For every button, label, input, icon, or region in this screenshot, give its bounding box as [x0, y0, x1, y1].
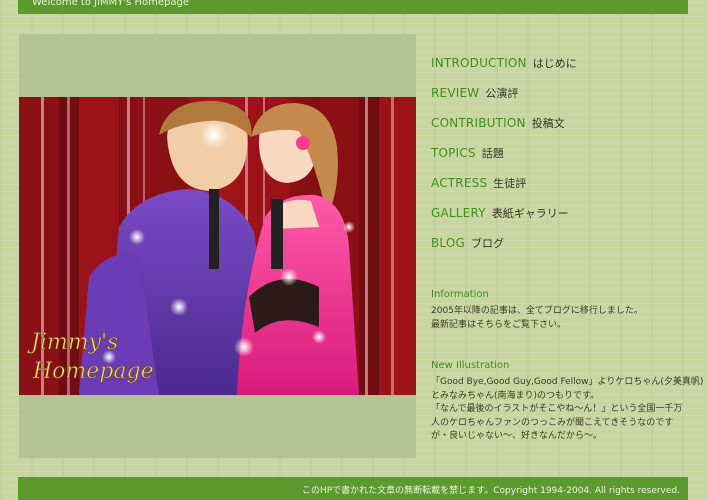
- nav-label-jp[interactable]: 投稿文: [532, 117, 565, 130]
- nav-label-en[interactable]: INTRODUCTION: [431, 56, 527, 70]
- nav-introduction[interactable]: INTRODUCTION はじめに: [431, 52, 577, 71]
- nav-actress[interactable]: ACTRESS 生徒評: [431, 172, 526, 191]
- top-banner: Welcome to JIMMY's Homepage: [18, 0, 688, 14]
- nav-label-jp[interactable]: 話題: [482, 147, 504, 160]
- nav-label-en[interactable]: TOPICS: [431, 146, 476, 160]
- nav-review[interactable]: REVIEW 公演評: [431, 82, 518, 101]
- nav-label-en[interactable]: BLOG: [431, 236, 465, 250]
- nav-label-en[interactable]: REVIEW: [431, 86, 479, 100]
- copyright-text: このHPで書かれた文章の無断転載を禁じます。Copyright 1994-200…: [301, 486, 680, 496]
- nav-topics[interactable]: TOPICS 話題: [431, 142, 504, 161]
- nav-label-jp[interactable]: 表紙ギャラリー: [492, 207, 569, 220]
- hero-illustration: Jimmy's Homepage: [19, 97, 416, 395]
- welcome-text: Welcome to JIMMY's Homepage: [32, 0, 190, 8]
- new-illustration-heading: New Illustration: [431, 360, 510, 371]
- hero-panel: Jimmy's Homepage: [19, 34, 416, 458]
- illustration-line: 「なんで最後のイラストがそこやね～ん！」という全国一千万: [431, 404, 683, 414]
- information-line: 2005年以降の記事は、全てブログに移行しました。: [431, 306, 643, 316]
- information-heading: Information: [431, 289, 489, 300]
- nav-label-en[interactable]: GALLERY: [431, 206, 486, 220]
- illustration-line: 「Good Bye,Good Guy,Good Fellow」よりケロちゃん(夕…: [431, 377, 704, 387]
- nav-label-jp[interactable]: 公演評: [485, 87, 518, 100]
- nav-contribution[interactable]: CONTRIBUTION 投稿文: [431, 112, 565, 131]
- illustration-line: 人のケロちゃんファンのつっこみが聞こえてきそうなのです: [431, 417, 674, 428]
- nav-label-en[interactable]: ACTRESS: [431, 176, 487, 190]
- nav-label-en[interactable]: CONTRIBUTION: [431, 116, 526, 130]
- nav-label-jp[interactable]: 生徒評: [493, 177, 526, 190]
- nav-label-jp[interactable]: はじめに: [533, 57, 577, 70]
- nav-blog[interactable]: BLOG ブログ: [431, 232, 504, 251]
- information-line: 最新記事はそちらをご覧下さい。: [431, 319, 567, 330]
- nav-label-jp[interactable]: ブログ: [471, 237, 504, 250]
- footer-bar: このHPで書かれた文章の無断転載を禁じます。Copyright 1994-200…: [18, 477, 688, 500]
- nav-gallery[interactable]: GALLERY 表紙ギャラリー: [431, 202, 569, 221]
- hero-logo-line2: Homepage: [32, 359, 154, 384]
- illustration-line: が・良いじゃない～、好きなんだから～。: [431, 431, 603, 441]
- illustration-line: とみなみちゃん(南海まり)のつもりです。: [431, 390, 600, 401]
- hero-logo-line1: Jimmy's: [27, 330, 118, 355]
